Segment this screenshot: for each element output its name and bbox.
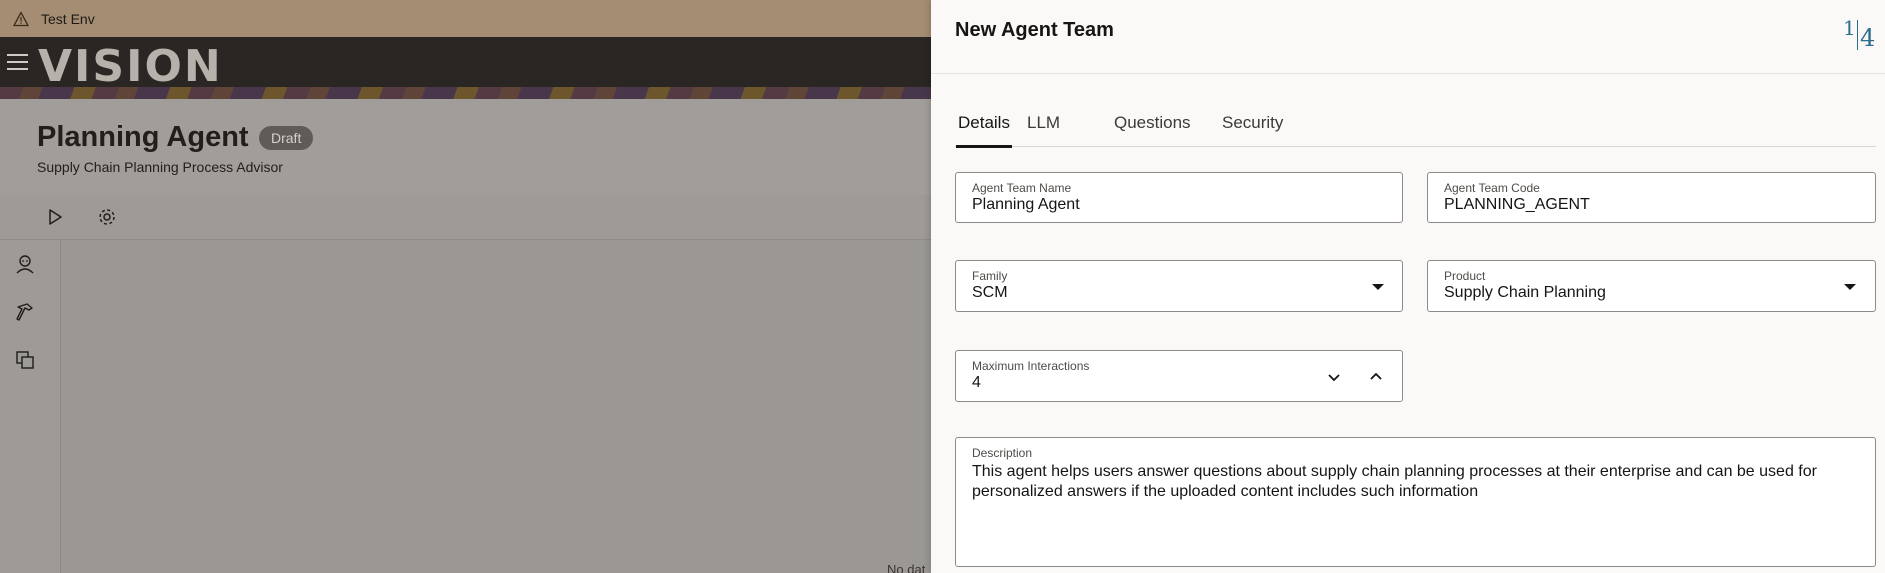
description-value: This agent helps users answer questions … [972, 463, 1817, 500]
copy-icon[interactable] [14, 349, 36, 371]
status-badge: Draft [259, 126, 314, 150]
maximum-interactions-stepper[interactable]: Maximum Interactions 4 [955, 350, 1403, 402]
tab-questions[interactable]: Questions [1114, 113, 1191, 147]
agent-team-name-field[interactable]: Agent Team Name Planning Agent [955, 172, 1403, 223]
tab-llm[interactable]: LLM [1027, 113, 1060, 147]
maximum-interactions-label: Maximum Interactions [972, 359, 1090, 373]
family-label: Family [972, 269, 1008, 283]
gear-icon[interactable] [97, 207, 117, 227]
play-icon[interactable] [45, 207, 65, 227]
drawer-divider [931, 73, 1885, 74]
family-value: SCM [972, 284, 1008, 301]
product-label: Product [1444, 269, 1486, 283]
new-agent-team-drawer: New Agent Team 1 4 Details LLM Questions… [931, 0, 1885, 573]
tab-bar: Details LLM Questions Security [955, 109, 1876, 148]
family-select[interactable]: Family SCM [955, 260, 1403, 312]
help-number-first: 1 [1843, 16, 1856, 40]
warning-icon [13, 10, 29, 26]
side-rail [0, 240, 61, 573]
chevron-up-icon[interactable] [1368, 369, 1384, 385]
hamburger-menu-icon[interactable] [7, 54, 28, 70]
agent-team-code-label: Agent Team Code [1444, 181, 1540, 195]
maximum-interactions-value: 4 [972, 374, 981, 391]
help-number-second: 4 [1860, 24, 1876, 52]
agent-team-code-field[interactable]: Agent Team Code PLANNING_AGENT [1427, 172, 1876, 223]
environment-label: Test Env [41, 10, 95, 27]
caret-down-icon[interactable] [1372, 284, 1384, 290]
agent-icon[interactable] [14, 253, 36, 275]
help-divider [1857, 20, 1858, 50]
page-title: Planning Agent [37, 121, 249, 153]
agent-team-name-value: Planning Agent [972, 196, 1080, 213]
description-textarea[interactable]: Description This agent helps users answe… [955, 437, 1876, 567]
vision-logo: VISION [38, 41, 223, 92]
drawer-title: New Agent Team [955, 19, 1114, 41]
agent-team-name-label: Agent Team Name [972, 181, 1072, 195]
tab-details[interactable]: Details [956, 113, 1012, 148]
tab-security[interactable]: Security [1222, 113, 1283, 147]
agent-team-code-value: PLANNING_AGENT [1444, 196, 1590, 213]
product-value: Supply Chain Planning [1444, 284, 1606, 301]
description-label: Description [972, 446, 1033, 460]
chevron-down-icon[interactable] [1326, 369, 1342, 385]
product-select[interactable]: Product Supply Chain Planning [1427, 260, 1876, 312]
caret-down-icon[interactable] [1844, 284, 1856, 290]
empty-state-text: No dat [887, 562, 926, 573]
tools-icon[interactable] [14, 301, 36, 323]
help-widget[interactable]: 1 4 [1841, 14, 1875, 54]
page-subtitle: Supply Chain Planning Process Advisor [37, 159, 283, 175]
